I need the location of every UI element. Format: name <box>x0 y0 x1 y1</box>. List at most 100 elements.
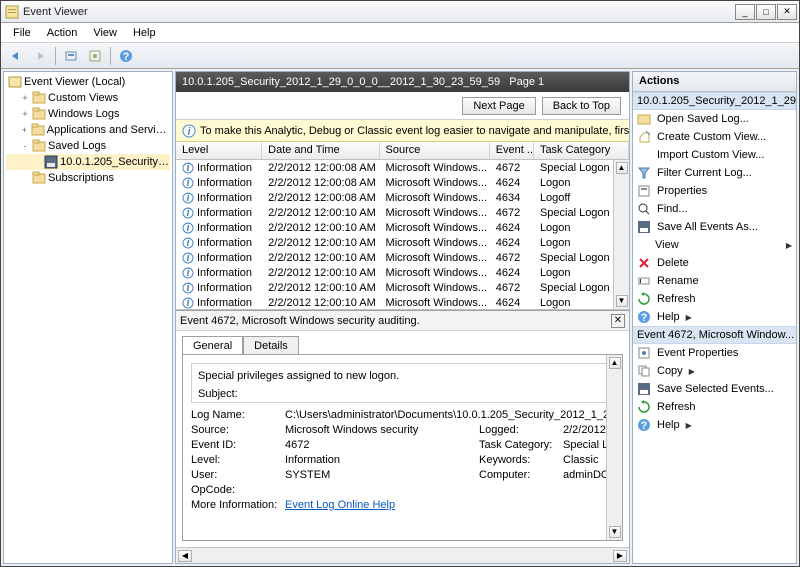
refresh-icon <box>637 400 651 414</box>
menubar: File Action View Help <box>1 23 799 43</box>
close-button[interactable]: ✕ <box>777 4 797 20</box>
event-log-help-link[interactable]: Event Log Online Help <box>285 499 395 511</box>
actions-section-2[interactable]: Event 4672, Microsoft Window...▲ <box>633 326 796 344</box>
action-delete[interactable]: Delete <box>633 254 796 272</box>
copy-icon <box>637 364 651 378</box>
folder-icon <box>32 139 46 153</box>
info-icon: i <box>182 192 194 204</box>
detail-hscroll[interactable]: ◀▶ <box>176 547 629 563</box>
col-eventid[interactable]: Event ... <box>490 142 534 159</box>
help-icon: ? <box>637 310 651 324</box>
action-create-custom-view[interactable]: Create Custom View... <box>633 128 796 146</box>
expander-icon[interactable]: - <box>20 141 30 151</box>
action-rename[interactable]: Rename <box>633 272 796 290</box>
action-filter-current-log[interactable]: Filter Current Log... <box>633 164 796 182</box>
action-help[interactable]: ?Help▶ <box>633 416 796 434</box>
table-row[interactable]: iInformation2/2/2012 12:00:10 AMMicrosof… <box>176 250 629 265</box>
toolbar-btn-2[interactable] <box>84 46 106 66</box>
tree-pane: Event Viewer (Local) +Custom Views+Windo… <box>3 71 173 564</box>
info-icon: i <box>182 237 194 249</box>
action-view[interactable]: View▶ <box>633 236 796 254</box>
maximize-button[interactable]: □ <box>756 4 776 20</box>
info-icon: i <box>182 162 194 174</box>
tree-item[interactable]: +Windows Logs <box>6 106 170 122</box>
filter-icon <box>637 166 651 180</box>
submenu-arrow-icon: ▶ <box>689 367 695 376</box>
action-refresh[interactable]: Refresh <box>633 290 796 308</box>
save-icon <box>637 220 651 234</box>
col-task[interactable]: Task Category <box>534 142 629 159</box>
detail-message-box: Special privileges assigned to new logon… <box>191 363 614 403</box>
svg-text:?: ? <box>641 312 648 324</box>
actions-section-1[interactable]: 10.0.1.205_Security_2012_1_29_...▲ <box>633 92 796 110</box>
menu-view[interactable]: View <box>85 25 125 41</box>
back-to-top-button[interactable]: Back to Top <box>542 97 621 115</box>
action-import-custom-view[interactable]: Import Custom View... <box>633 146 796 164</box>
tab-details[interactable]: Details <box>243 336 299 355</box>
menu-help[interactable]: Help <box>125 25 164 41</box>
detail-pane: Event 4672, Microsoft Windows security a… <box>176 310 629 563</box>
menu-file[interactable]: File <box>5 25 39 41</box>
tree-root[interactable]: Event Viewer (Local) <box>6 74 170 90</box>
table-row[interactable]: iInformation2/2/2012 12:00:10 AMMicrosof… <box>176 235 629 250</box>
col-level[interactable]: Level <box>176 142 262 159</box>
delete-icon <box>637 256 651 270</box>
action-refresh[interactable]: Refresh <box>633 398 796 416</box>
info-icon: i <box>182 282 194 294</box>
info-icon: i <box>182 124 196 138</box>
tree-item[interactable]: 10.0.1.205_Security_2012_ <box>6 154 170 170</box>
col-date[interactable]: Date and Time <box>262 142 379 159</box>
table-row[interactable]: iInformation2/2/2012 12:00:10 AMMicrosof… <box>176 220 629 235</box>
table-row[interactable]: iInformation2/2/2012 12:00:08 AMMicrosof… <box>176 175 629 190</box>
help-button[interactable]: ? <box>115 46 137 66</box>
table-row[interactable]: iInformation2/2/2012 12:00:10 AMMicrosof… <box>176 295 629 310</box>
action-properties[interactable]: Properties <box>633 182 796 200</box>
col-source[interactable]: Source <box>380 142 490 159</box>
tab-general[interactable]: General <box>182 336 243 355</box>
detail-vscroll[interactable]: ▲▼ <box>606 355 622 540</box>
tree-item[interactable]: -Saved Logs <box>6 138 170 154</box>
table-row[interactable]: iInformation2/2/2012 12:00:08 AMMicrosof… <box>176 160 629 175</box>
action-open-saved-log[interactable]: Open Saved Log... <box>633 110 796 128</box>
table-row[interactable]: iInformation2/2/2012 12:00:10 AMMicrosof… <box>176 280 629 295</box>
tree-item[interactable]: +Applications and Services Lo <box>6 122 170 138</box>
table-row[interactable]: iInformation2/2/2012 12:00:08 AMMicrosof… <box>176 190 629 205</box>
center-pane: 10.0.1.205_Security_2012_1_29_0_0_0__201… <box>175 71 630 564</box>
action-find[interactable]: Find... <box>633 200 796 218</box>
eprops-icon <box>637 346 651 360</box>
grid-body: iInformation2/2/2012 12:00:08 AMMicrosof… <box>176 160 629 310</box>
action-save-selected-events[interactable]: Save Selected Events... <box>633 380 796 398</box>
detail-message: Special privileges assigned to new logon… <box>198 370 607 382</box>
table-row[interactable]: iInformation2/2/2012 12:00:10 AMMicrosof… <box>176 265 629 280</box>
save-icon <box>637 382 651 396</box>
nav-row: Next Page Back to Top <box>176 92 629 120</box>
action-copy[interactable]: Copy▶ <box>633 362 796 380</box>
minimize-button[interactable]: _ <box>735 4 755 20</box>
toolbar: ? <box>1 43 799 69</box>
info-icon: i <box>182 222 194 234</box>
action-help[interactable]: ?Help▶ <box>633 308 796 326</box>
expander-icon[interactable]: + <box>20 109 30 119</box>
svg-text:?: ? <box>123 51 130 63</box>
detail-tab-body: Special privileges assigned to new logon… <box>182 354 623 541</box>
detail-close-button[interactable]: ✕ <box>611 314 625 328</box>
submenu-arrow-icon: ▶ <box>786 241 792 250</box>
body: Event Viewer (Local) +Custom Views+Windo… <box>1 69 799 566</box>
tree-item[interactable]: Subscriptions <box>6 170 170 186</box>
info-bar: i To make this Analytic, Debug or Classi… <box>176 120 629 142</box>
action-save-all-events-as[interactable]: Save All Events As... <box>633 218 796 236</box>
grid-vscroll[interactable]: ▲▼ <box>613 160 629 309</box>
next-page-button[interactable]: Next Page <box>462 97 535 115</box>
menu-action[interactable]: Action <box>39 25 86 41</box>
table-row[interactable]: iInformation2/2/2012 12:00:10 AMMicrosof… <box>176 205 629 220</box>
actions-pane: Actions 10.0.1.205_Security_2012_1_29_..… <box>632 71 797 564</box>
collapse-icon: ▲ <box>794 331 796 340</box>
expander-icon[interactable]: + <box>20 125 29 135</box>
expander-icon[interactable]: + <box>20 93 30 103</box>
submenu-arrow-icon: ▶ <box>686 421 692 430</box>
tree-item[interactable]: +Custom Views <box>6 90 170 106</box>
forward-button[interactable] <box>29 46 51 66</box>
action-event-properties[interactable]: Event Properties <box>633 344 796 362</box>
toolbar-btn-1[interactable] <box>60 46 82 66</box>
back-button[interactable] <box>5 46 27 66</box>
